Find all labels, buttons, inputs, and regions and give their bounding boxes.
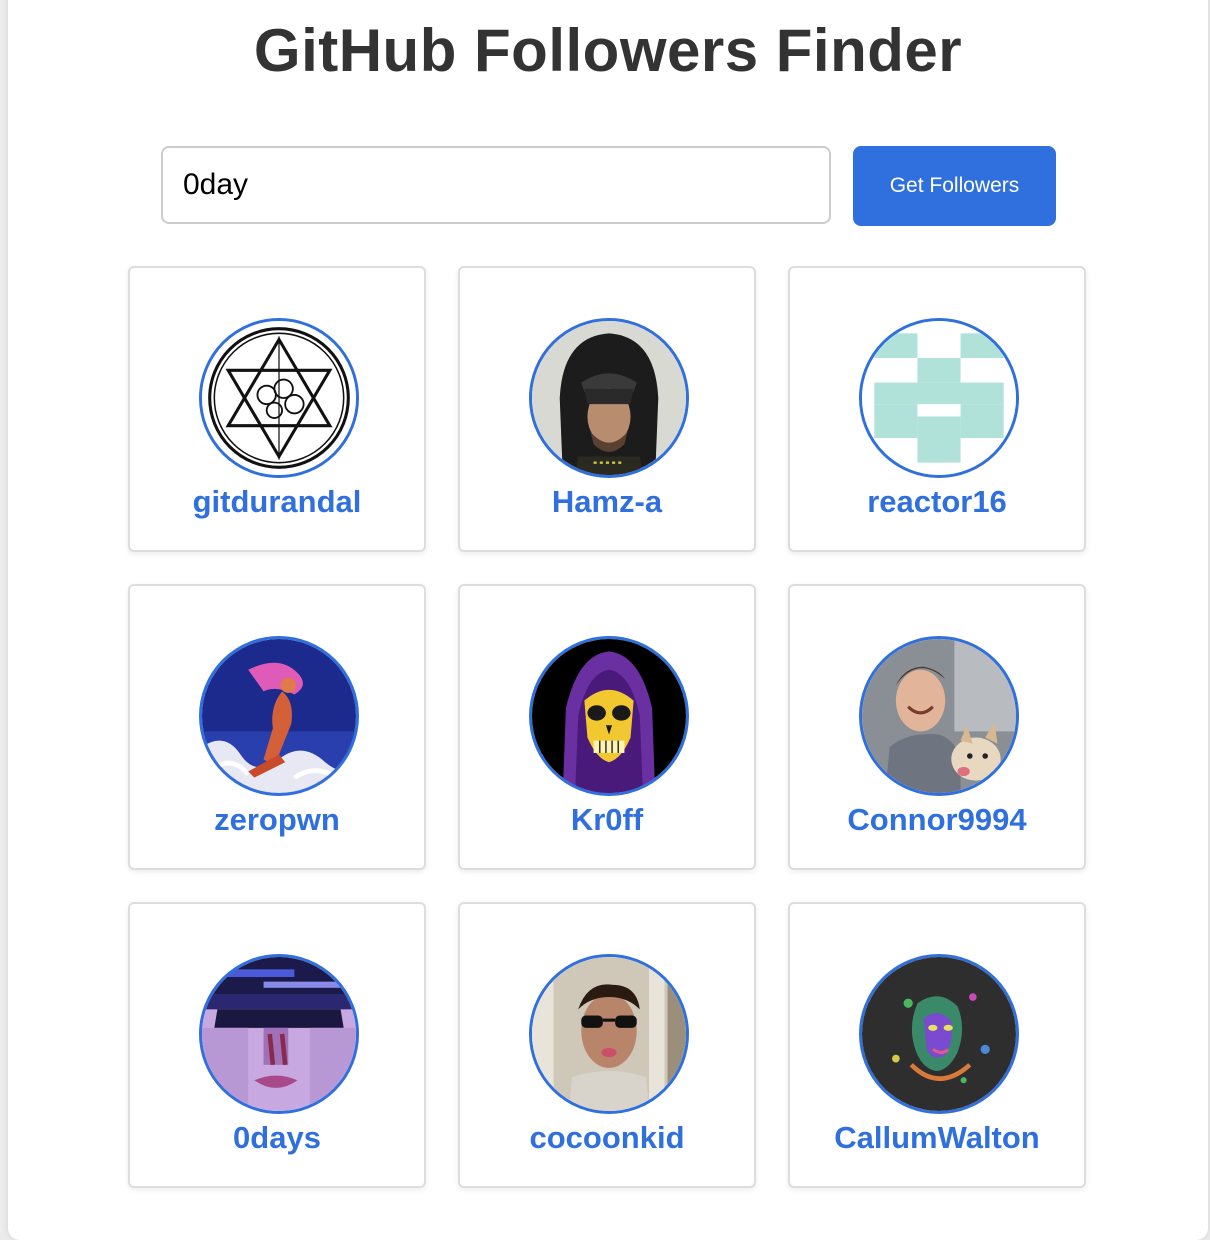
identicon-avatar[interactable] [859,318,1019,478]
follower-card: zeropwn [128,584,426,870]
follower-card: cocoonkid [458,902,756,1188]
skeletor-avatar[interactable] [529,636,689,796]
follower-username[interactable]: zeropwn [130,802,424,838]
follower-username[interactable]: Kr0ff [460,802,754,838]
pixel-face-avatar[interactable] [199,954,359,1114]
get-followers-button[interactable]: Get Followers [853,146,1056,226]
page-title: GitHub Followers Finder [253,17,963,84]
pixel-art-figure-avatar[interactable] [199,636,359,796]
follower-card: CallumWalton [788,902,1086,1188]
main-container: GitHub Followers Finder Get Followers [8,0,1208,1240]
follower-card: Connor9994 [788,584,1086,870]
follower-card: 0days [128,902,426,1188]
hexagram-circle-avatar[interactable] [199,318,359,478]
follower-username[interactable]: Hamz-a [460,484,754,520]
man-sunglasses-avatar[interactable] [529,954,689,1114]
man-with-dog-avatar[interactable] [859,636,1019,796]
follower-username[interactable]: gitdurandal [130,484,424,520]
follower-username[interactable]: Connor9994 [790,802,1084,838]
follower-card: Hamz-a [458,266,756,552]
follower-card: Kr0ff [458,584,756,870]
followers-grid: gitdurandal Hamz-a reactor16 zeropwn Kr0… [128,266,1088,1188]
follower-username[interactable]: cocoonkid [460,1120,754,1156]
follower-card: reactor16 [788,266,1086,552]
follower-card: gitdurandal [128,266,426,552]
psychedelic-face-avatar[interactable] [859,954,1019,1114]
hooded-person-avatar[interactable] [529,318,689,478]
follower-username[interactable]: 0days [130,1120,424,1156]
follower-username[interactable]: reactor16 [790,484,1084,520]
follower-username[interactable]: CallumWalton [790,1120,1084,1156]
username-input[interactable] [161,146,831,224]
